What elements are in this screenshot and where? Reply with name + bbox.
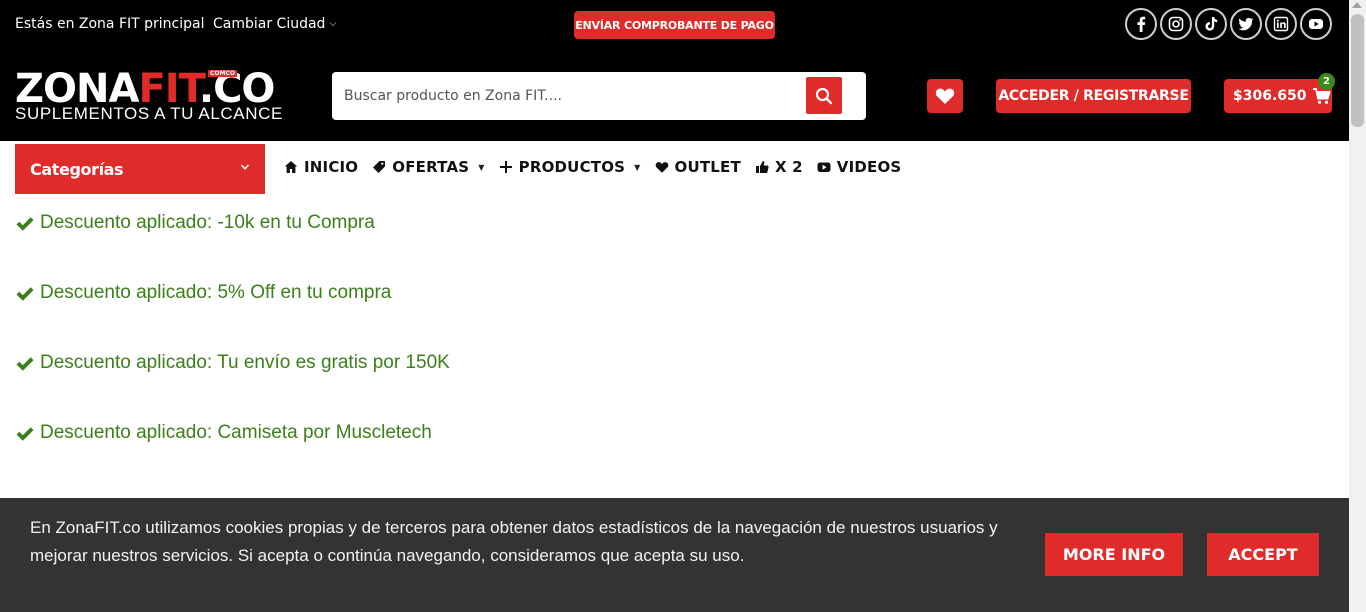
- nav-item-label: VIDEOS: [836, 158, 902, 176]
- accept-cookies-button[interactable]: ACCEPT: [1207, 533, 1319, 576]
- chevron-down-icon: ⌵: [329, 19, 337, 29]
- tag-icon: [373, 161, 386, 173]
- youtube-icon[interactable]: [1300, 8, 1332, 40]
- search-button[interactable]: [806, 77, 842, 114]
- discount-notice: Descuento aplicado: Camiseta por Musclet…: [15, 422, 450, 492]
- change-city-dropdown[interactable]: Cambiar Ciudad ⌵: [213, 16, 336, 32]
- video-icon: [817, 162, 831, 172]
- nav-item-label: OFERTAS: [392, 158, 470, 176]
- more-info-button[interactable]: MORE INFO: [1045, 533, 1183, 576]
- discount-notices: Descuento aplicado: -10k en tu Compra De…: [15, 212, 450, 492]
- instagram-icon[interactable]: [1160, 8, 1192, 40]
- scrollbar-thumb[interactable]: [1351, 14, 1364, 127]
- main-nav: INICIO OFERTAS ▼ PRODUCTOS ▼ OUTLET X 2 …: [284, 158, 915, 176]
- nav-item-x2[interactable]: X 2: [755, 158, 803, 176]
- send-payment-proof-button[interactable]: ENVÍAR COMPROBANTE DE PAGO: [574, 11, 775, 39]
- heart-icon: [935, 88, 955, 104]
- nav-item-videos[interactable]: VIDEOS: [817, 158, 902, 176]
- scroll-up-arrow-icon[interactable]: [1352, 2, 1362, 8]
- wishlist-button[interactable]: [927, 79, 963, 113]
- discount-notice: Descuento aplicado: -10k en tu Compra: [15, 212, 450, 282]
- chevron-down-icon: [240, 164, 250, 170]
- cart-button[interactable]: $306.650: [1224, 79, 1332, 113]
- tiktok-icon[interactable]: [1195, 8, 1227, 40]
- linkedin-icon[interactable]: [1265, 8, 1297, 40]
- caret-down-icon: ▼: [634, 162, 641, 172]
- caret-down-icon: ▼: [478, 162, 485, 172]
- search-input[interactable]: [332, 72, 802, 120]
- cart-total: $306.650: [1233, 88, 1307, 104]
- logo-tagline: SUPLEMENTOS A TU ALCANCE: [15, 104, 283, 123]
- location-text: Estás en Zona FIT principal: [15, 16, 205, 32]
- cart-icon: [1312, 87, 1331, 104]
- nav-item-inicio[interactable]: INICIO: [284, 158, 358, 176]
- change-city-label: Cambiar Ciudad: [213, 16, 326, 32]
- check-icon: [16, 217, 34, 231]
- site-logo[interactable]: ZONAFIT.CO COMCO SUPLEMENTOS A TU ALCANC…: [15, 66, 305, 124]
- nav-item-label: INICIO: [304, 158, 359, 176]
- discount-notice: Descuento aplicado: Tu envío es gratis p…: [15, 352, 450, 422]
- twitter-icon[interactable]: [1230, 8, 1262, 40]
- discount-notice: Descuento aplicado: 5% Off en tu compra: [15, 282, 450, 352]
- nav-item-ofertas[interactable]: OFERTAS ▼: [372, 158, 484, 176]
- nav-item-label: PRODUCTOS: [518, 158, 626, 176]
- nav-item-label: X 2: [774, 158, 803, 176]
- facebook-icon[interactable]: [1125, 8, 1157, 40]
- search-icon: [815, 87, 833, 104]
- top-bar: Estás en Zona FIT principal Cambiar Ciud…: [0, 0, 1349, 50]
- check-icon: [16, 427, 34, 441]
- login-register-button[interactable]: ACCEDER / REGISTRARSE: [996, 79, 1191, 113]
- social-links: [1125, 8, 1332, 40]
- home-icon: [284, 161, 298, 173]
- categories-label: Categorías: [30, 159, 124, 179]
- nav-item-outlet[interactable]: OUTLET: [655, 158, 741, 176]
- plus-icon: [499, 161, 512, 173]
- search-form: [332, 72, 866, 120]
- cookie-banner: En ZonaFIT.co utilizamos cookies propias…: [0, 498, 1349, 612]
- cookie-message: En ZonaFIT.co utilizamos cookies propias…: [30, 518, 998, 565]
- categories-menu-button[interactable]: Categorías: [15, 144, 265, 194]
- nav-item-productos[interactable]: PRODUCTOS ▼: [499, 158, 641, 176]
- check-icon: [16, 357, 34, 371]
- nav-item-label: OUTLET: [674, 158, 741, 176]
- cart-count-badge: 2: [1318, 73, 1335, 90]
- heart-icon: [655, 162, 668, 173]
- main-header: ZONAFIT.CO COMCO SUPLEMENTOS A TU ALCANC…: [0, 50, 1349, 141]
- check-icon: [16, 287, 34, 301]
- thumbs-up-icon: [755, 161, 769, 173]
- logo-badge: COMCO: [208, 70, 237, 77]
